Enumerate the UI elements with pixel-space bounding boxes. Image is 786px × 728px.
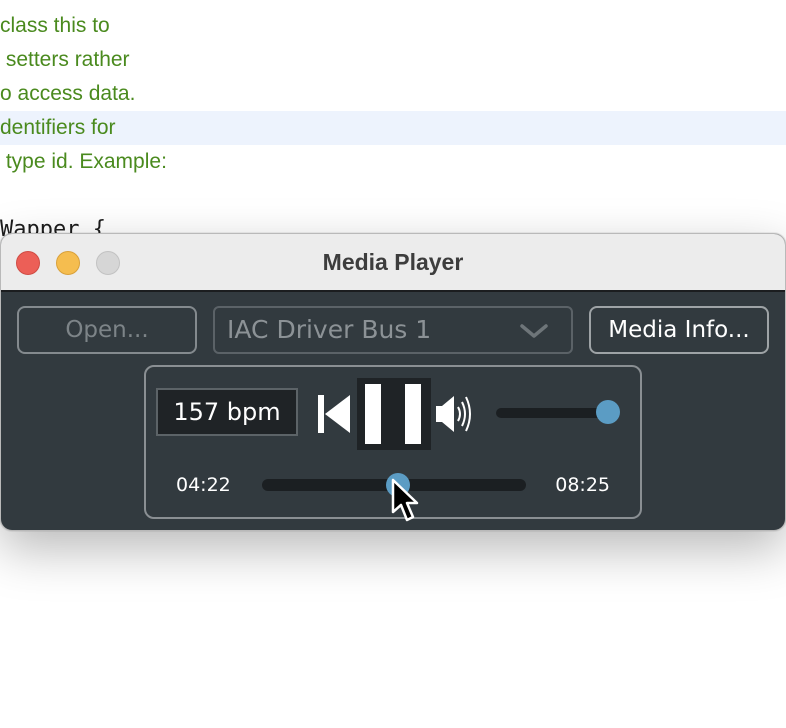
code-line-highlighted: dentifiers for bbox=[0, 111, 786, 145]
title-bar[interactable]: Media Player bbox=[1, 234, 785, 292]
tempo-display[interactable]: 157 bpm bbox=[156, 388, 298, 436]
code-line: o access data. bbox=[0, 82, 136, 105]
code-editor-background: class this to setters rather o access da… bbox=[0, 0, 786, 242]
output-device-select[interactable]: IAC Driver Bus 1 bbox=[213, 306, 573, 354]
pause-icon bbox=[365, 384, 421, 444]
total-time: 08:25 bbox=[555, 474, 610, 496]
skip-back-icon[interactable] bbox=[316, 393, 352, 439]
output-device-value: IAC Driver Bus 1 bbox=[227, 315, 432, 344]
window-title: Media Player bbox=[322, 249, 464, 275]
code-line: setters rather bbox=[0, 48, 130, 71]
current-time: 04:22 bbox=[176, 474, 231, 496]
code-line: type id. Example: bbox=[0, 150, 167, 173]
chevron-down-icon bbox=[519, 322, 549, 344]
volume-slider-track[interactable] bbox=[496, 408, 608, 418]
speaker-icon[interactable] bbox=[434, 393, 474, 439]
volume-slider-thumb[interactable] bbox=[596, 400, 620, 424]
media-info-button[interactable]: Media Info... bbox=[589, 306, 769, 354]
mouse-cursor-icon bbox=[391, 478, 419, 528]
pause-button[interactable] bbox=[357, 378, 431, 450]
code-line: class this to bbox=[0, 14, 110, 37]
open-button[interactable]: Open... bbox=[17, 306, 197, 354]
